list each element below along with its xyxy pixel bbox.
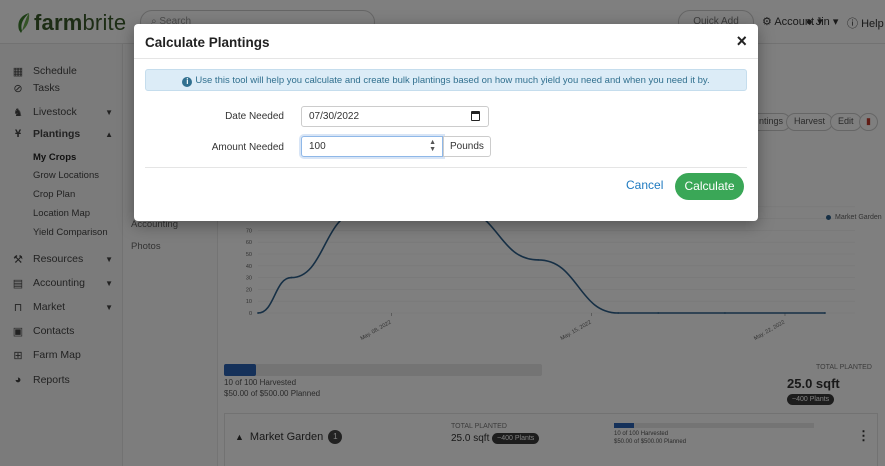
info-text: Use this tool will help you calculate an… xyxy=(195,75,710,86)
date-needed-input[interactable]: 07/30/2022 xyxy=(301,106,489,127)
modal-divider xyxy=(145,167,747,168)
amount-needed-label: Amount Needed xyxy=(211,142,284,153)
info-icon: i xyxy=(182,77,193,87)
unit-addon: Pounds xyxy=(443,136,491,157)
cancel-button[interactable]: Cancel xyxy=(626,178,663,192)
amount-value: 100 xyxy=(309,141,326,152)
close-icon[interactable]: × xyxy=(736,31,747,52)
amount-needed-input[interactable]: 100 ▲ ▼ xyxy=(301,136,443,157)
date-value: 07/30/2022 xyxy=(309,111,360,122)
info-alert: i Use this tool will help you calculate a… xyxy=(145,69,747,91)
calculate-plantings-modal: Calculate Plantings × i Use this tool wil… xyxy=(134,24,758,221)
modal-header: Calculate Plantings × xyxy=(134,24,758,59)
stepper-icon[interactable]: ▲ ▼ xyxy=(429,139,436,153)
modal-title: Calculate Plantings xyxy=(145,35,270,50)
calculate-button[interactable]: Calculate xyxy=(675,173,744,200)
calendar-icon[interactable] xyxy=(471,111,480,121)
date-needed-label: Date Needed xyxy=(225,111,284,122)
